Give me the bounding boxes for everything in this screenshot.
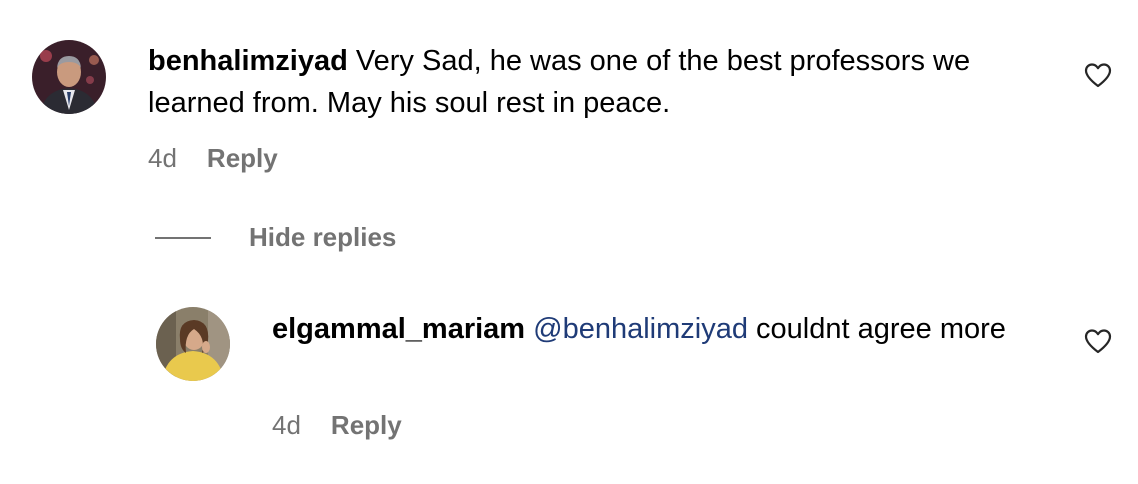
hide-replies-label[interactable]: Hide replies (249, 222, 396, 253)
avatar[interactable] (156, 307, 230, 381)
comment-timestamp[interactable]: 4d (148, 143, 177, 174)
comment-username[interactable]: benhalimziyad (148, 45, 348, 77)
reply-body: couldnt agree more (756, 313, 1006, 345)
reply-mention-link[interactable]: @benhalimziyad (533, 313, 748, 345)
reply-timestamp[interactable]: 4d (272, 410, 301, 441)
reply-meta: 4d Reply (272, 410, 402, 441)
comment: benhalimziyad Very Sad, he was one of th… (0, 0, 1138, 200)
reply-button[interactable]: Reply (207, 143, 278, 174)
hide-replies-divider (155, 236, 211, 239)
avatar[interactable] (32, 40, 106, 114)
reply-username[interactable]: elgammal_mariam (272, 313, 525, 345)
comment-text: benhalimziyad Very Sad, he was one of th… (148, 40, 1028, 124)
heart-outline-icon[interactable] (1084, 328, 1112, 354)
reply-button[interactable]: Reply (331, 410, 402, 441)
reply-text: elgammal_mariam @benhalimziyad couldnt a… (272, 308, 1028, 350)
heart-outline-icon[interactable] (1084, 62, 1112, 88)
hide-replies-toggle[interactable]: Hide replies (155, 222, 396, 253)
reply-comment: elgammal_mariam @benhalimziyad couldnt a… (0, 290, 1138, 484)
comment-meta: 4d Reply (148, 143, 278, 174)
